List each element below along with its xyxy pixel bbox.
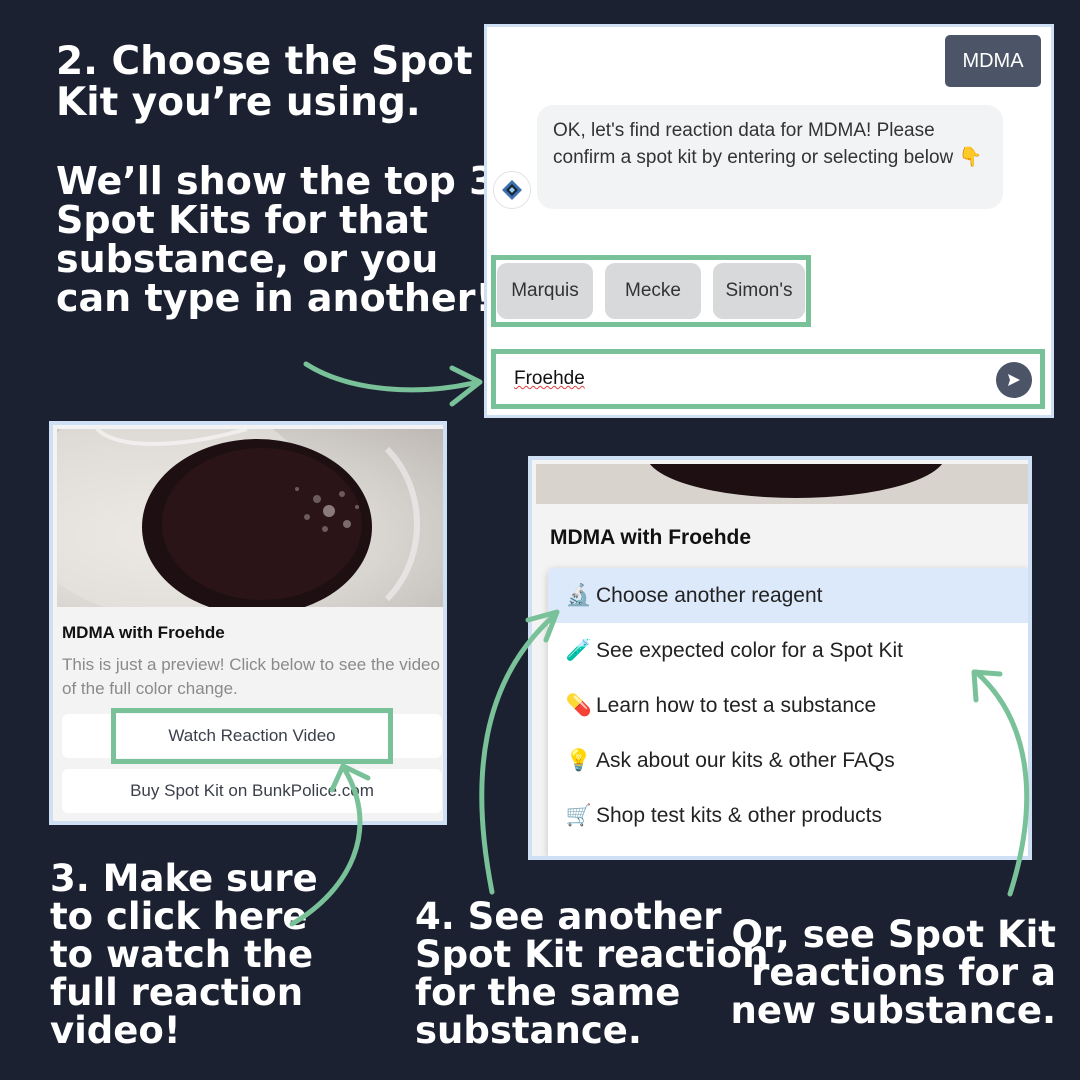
caption-line: can type in another! [56,276,493,321]
menu-item-shop[interactable]: 🛒 Shop test kits & other products [548,788,1028,843]
menu-item-label: Learn how to test a substance [596,693,877,717]
caption-line: video! [50,1009,181,1053]
caption-line: Kit you’re using. [56,79,421,125]
message-input-value: Froehde [514,368,585,389]
microscope-icon: 🔬 [565,583,593,607]
shopping-cart-icon: 🛒 [565,803,593,827]
chat-window: MDMA OK, let's find reaction data for MD… [484,24,1054,418]
caption-step-2-detail: We’ll show the top 3 Spot Kits for that … [56,159,496,321]
menu-item-label: Ask about our kits & other FAQs [596,748,895,772]
menu-item-expected-color[interactable]: 🧪 See expected color for a Spot Kit [548,623,1028,678]
caption-line: 2. Choose the Spot [56,39,473,84]
caption-line: for the same [415,971,681,1015]
caption-step-5: Or, see Spot Kit reactions for a new sub… [730,913,1056,1033]
caption-line: substance. [415,1009,642,1053]
reaction-card-description: This is just a preview! Click below to s… [62,655,440,698]
caption-line: substance, or you [56,237,439,282]
options-menu: 🔬 Choose another reagent 🧪 See expected … [548,568,1028,856]
caption-step-4: 4. See another Spot Kit reaction for the… [415,895,769,1053]
choice-marquis[interactable]: Marquis [497,263,593,319]
send-icon [1008,374,1020,386]
caption-line: 3. Make sure [50,857,318,900]
caption-line: 4. See another [415,895,722,938]
menu-item-learn-testing[interactable]: 💊 Learn how to test a substance [548,678,1028,733]
menu-item-label: Choose another reagent [596,583,823,607]
arrow-to-input [303,361,481,393]
options-card: MDMA with Froehde 🔬 Choose another reage… [528,456,1032,860]
choice-simons[interactable]: Simon's [713,263,805,319]
options-card-title: MDMA with Froehde [550,526,752,549]
reaction-card-title: MDMA with Froehde [62,623,225,642]
arrowhead [449,365,483,407]
caption-step-3: 3. Make sure to click here to watch the … [50,857,318,1053]
menu-item-label: Shop test kits & other products [596,803,882,827]
caption-line: Or, see Spot Kit [731,913,1056,956]
caption-line: We’ll show the top 3 [56,159,496,203]
caption-line: Spot Kit reaction [415,933,769,977]
pill-icon: 💊 [565,693,593,717]
test-tube-icon: 🧪 [565,638,593,662]
caption-line: to watch the [50,933,314,977]
buy-spot-kit-button[interactable]: Buy Spot Kit on BunkPolice.com [62,769,442,813]
watch-reaction-video-button[interactable]: Watch Reaction Video [62,714,442,758]
user-message-bubble: MDMA [945,35,1041,87]
choice-mecke[interactable]: Mecke [605,263,701,319]
bot-avatar [493,171,531,209]
reaction-card: MDMA with Froehde This is just a preview… [49,421,447,825]
caption-line: Spot Kits for that [56,198,429,243]
message-input[interactable]: Froehde [491,349,1045,409]
caption-line: new substance. [730,989,1056,1033]
light-bulb-icon: 💡 [565,748,593,772]
caption-line: to click here [50,895,308,939]
reaction-droplet-image [57,429,420,607]
reaction-preview-image [536,464,1028,504]
caption-line: full reaction [50,971,304,1015]
send-button[interactable] [996,362,1032,398]
menu-item-faqs[interactable]: 💡 Ask about our kits & other FAQs [548,733,1028,788]
bot-message-bubble: OK, let's find reaction data for MDMA! P… [537,105,1003,209]
menu-item-label: See expected color for a Spot Kit [596,638,904,662]
caption-line: reactions for a [751,951,1056,995]
bot-logo-icon [502,180,522,200]
caption-step-2: 2. Choose the Spot Kit you’re using. [56,39,473,125]
reaction-preview-image[interactable] [57,429,443,607]
reaction-droplet-image [536,464,1028,504]
menu-item-choose-reagent[interactable]: 🔬 Choose another reagent [548,568,1028,623]
